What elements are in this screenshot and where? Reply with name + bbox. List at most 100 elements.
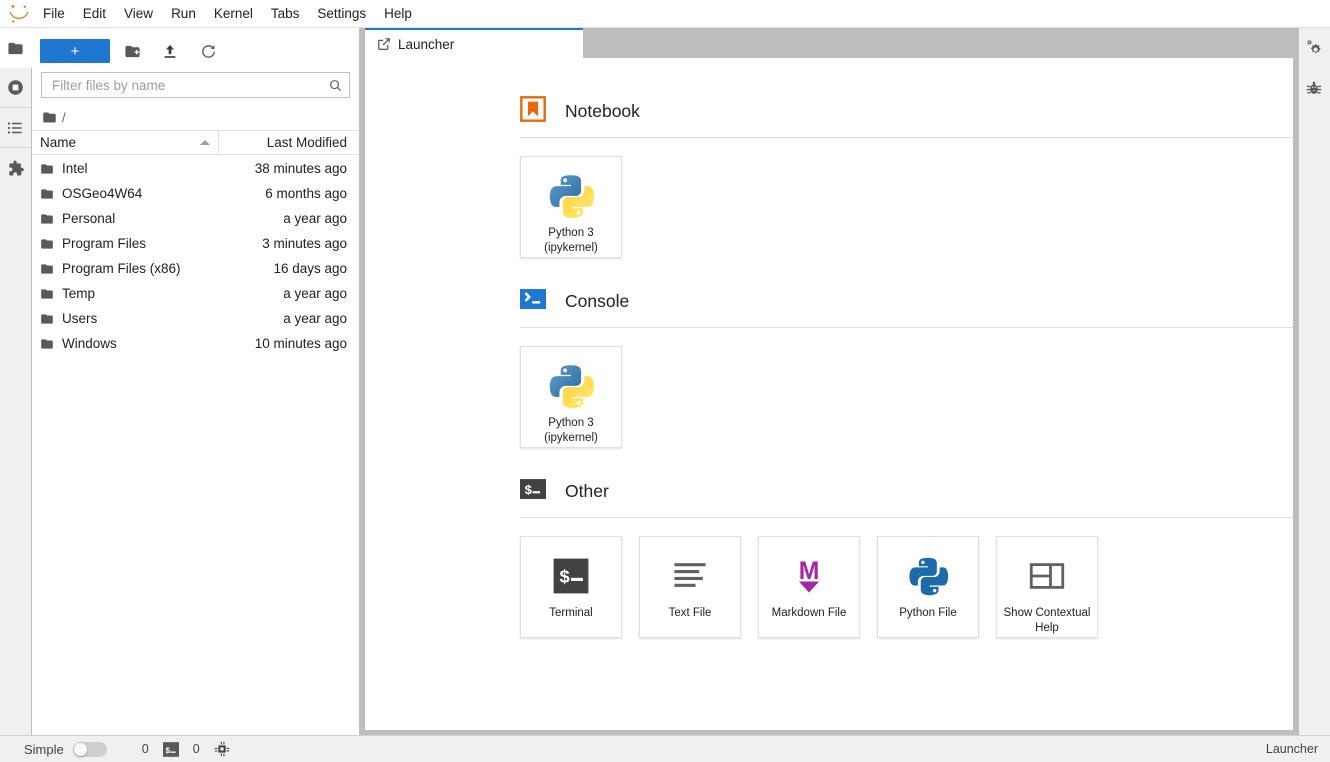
main-dock-area: Launcher Notebook Python 3 (ipykernel) C… [360, 28, 1298, 735]
search-icon [330, 79, 342, 91]
tab-bar: Launcher [365, 28, 1298, 58]
folder-icon [43, 112, 56, 122]
breadcrumb[interactable]: / [32, 104, 359, 130]
refresh-file-list-button[interactable] [192, 38, 224, 64]
file-name: Program Files (x86) [62, 261, 181, 276]
file-name: Temp [62, 286, 96, 301]
menu-item-file[interactable]: File [34, 2, 74, 26]
menu-item-tabs[interactable]: Tabs [262, 2, 309, 26]
terminal-icon: $ [520, 476, 546, 507]
left-activity-bar [0, 28, 32, 735]
file-modified: a year ago [283, 311, 347, 326]
launcher-icon [378, 38, 390, 50]
sidebar-item-running-terminals[interactable] [0, 68, 31, 108]
menu-item-help[interactable]: Help [375, 2, 421, 26]
menu-item-run[interactable]: Run [162, 2, 205, 26]
property-inspector-icon [1306, 39, 1320, 53]
section-title: Console [565, 291, 630, 311]
table-row[interactable]: Intel 38 minutes ago [32, 156, 359, 181]
file-modified: a year ago [283, 286, 347, 301]
file-modified: a year ago [283, 211, 347, 226]
new-folder-button[interactable] [116, 38, 148, 64]
tab-bar-spacer [583, 28, 1298, 58]
simple-mode-label: Simple [24, 741, 64, 757]
launcher-card-terminal[interactable]: $ Terminal [520, 536, 622, 638]
jupyter-logo-icon [4, 1, 34, 27]
terminal-count[interactable]: 0 [190, 742, 203, 756]
menu-item-view[interactable]: View [115, 2, 162, 26]
launcher-card-python3-notebook[interactable]: Python 3 (ipykernel) [520, 156, 622, 258]
filter-files-field[interactable] [41, 72, 350, 98]
table-row[interactable]: Users a year ago [32, 306, 359, 331]
section-divider [520, 517, 1293, 518]
kernel-chip-icon[interactable] [212, 741, 232, 757]
card-label: Python File [899, 607, 957, 619]
file-modified: 16 days ago [273, 261, 347, 276]
card-label: Text File [668, 607, 712, 619]
folder-icon [41, 238, 53, 249]
file-modified: 10 minutes ago [254, 336, 347, 351]
terminal-icon: $ [549, 550, 593, 602]
file-modified: 38 minutes ago [254, 161, 347, 176]
launcher-card-show-contextual-help[interactable]: Show Contextual Help [996, 536, 1098, 638]
svg-text:$: $ [559, 567, 570, 588]
launcher-card-text-file[interactable]: Text File [639, 536, 741, 638]
other-card-row: $ Terminal Text File M Markdown File Pyt… [520, 536, 1293, 638]
extension-manager-icon [8, 160, 24, 175]
markdown-icon: M [787, 550, 831, 602]
table-of-contents-icon [7, 121, 22, 134]
new-launcher-button[interactable]: + [40, 39, 110, 63]
file-list-header: Name Last Modified [32, 130, 359, 155]
file-modified: 6 months ago [265, 186, 347, 201]
column-header-name[interactable]: Name [32, 131, 219, 154]
file-name: Users [62, 311, 98, 326]
sidebar-item-property-inspector[interactable] [1299, 28, 1330, 68]
folder-icon [41, 263, 53, 274]
launcher-card-python-file[interactable]: Python File [877, 536, 979, 638]
section-title: Other [565, 481, 609, 501]
file-name: Personal [62, 211, 116, 226]
file-browser-icon [8, 42, 23, 54]
jupyterlab-window: File Edit View Run Kernel Tabs Settings … [0, 0, 1330, 762]
file-name: Program Files [62, 236, 147, 251]
file-modified: 3 minutes ago [262, 236, 347, 251]
file-name: Intel [62, 161, 88, 176]
notebook-icon [520, 96, 546, 127]
launcher-card-python3-console[interactable]: Python 3 (ipykernel) [520, 346, 622, 448]
debugger-icon [1306, 81, 1322, 94]
terminal-status-icon[interactable]: $ [161, 741, 181, 757]
table-row[interactable]: Temp a year ago [32, 281, 359, 306]
upload-files-button[interactable] [154, 38, 186, 64]
kernel-count[interactable]: 0 [139, 742, 152, 756]
folder-icon [41, 188, 53, 199]
search-input[interactable] [50, 76, 328, 94]
sidebar-item-file-browser[interactable] [0, 28, 32, 68]
table-row[interactable]: Program Files (x86) 16 days ago [32, 256, 359, 281]
card-label: Python 3 (ipykernel) [544, 417, 598, 444]
tab-launcher[interactable]: Launcher [365, 28, 583, 58]
section-title: Notebook [565, 101, 640, 121]
file-name: Windows [62, 336, 117, 351]
menu-item-settings[interactable]: Settings [308, 2, 375, 26]
launcher-section-notebook-header: Notebook [520, 96, 1293, 127]
menu-item-kernel[interactable]: Kernel [205, 2, 262, 26]
python-logo-icon [547, 360, 595, 412]
table-row[interactable]: OSGeo4W64 6 months ago [32, 181, 359, 206]
python-file-icon [907, 550, 949, 602]
card-label: Python 3 (ipykernel) [544, 227, 598, 254]
table-row[interactable]: Program Files 3 minutes ago [32, 231, 359, 256]
file-browser-panel: + Filter files by name / Name Last Modif… [32, 28, 360, 735]
table-row[interactable]: Windows 10 minutes ago [32, 331, 359, 356]
status-active-item[interactable]: Launcher [1266, 742, 1318, 756]
menu-item-edit[interactable]: Edit [74, 2, 115, 26]
toggle-knob [73, 742, 87, 756]
sidebar-item-debugger[interactable] [1299, 68, 1330, 108]
sidebar-item-table-of-contents[interactable] [0, 108, 31, 148]
launcher-card-markdown-file[interactable]: M Markdown File [758, 536, 860, 638]
notebook-card-row: Python 3 (ipykernel) [520, 156, 1293, 258]
status-bar: Simple 0 $ 0 Launcher [0, 735, 1330, 762]
table-row[interactable]: Personal a year ago [32, 206, 359, 231]
column-header-last-modified[interactable]: Last Modified [219, 131, 359, 154]
sidebar-item-extension-manager[interactable] [0, 148, 31, 188]
simple-mode-toggle[interactable] [72, 741, 107, 757]
